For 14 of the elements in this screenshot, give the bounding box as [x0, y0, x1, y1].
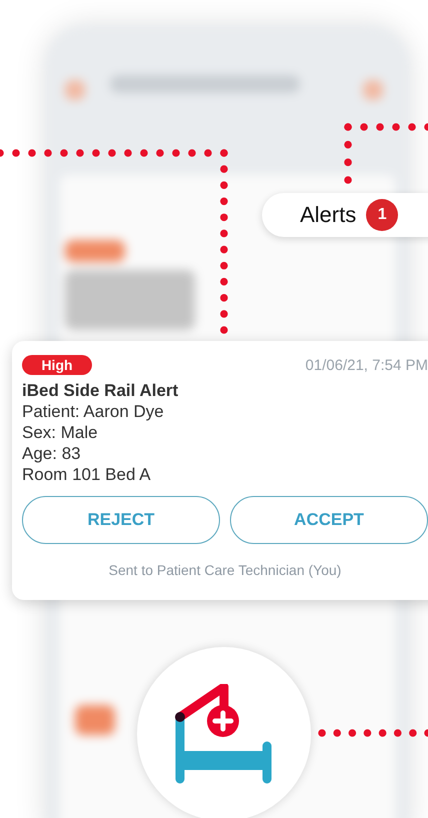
alert-count-badge: 1 — [366, 199, 398, 231]
alert-action-button[interactable]: ACCEPT — [230, 496, 428, 544]
priority-badge: High — [22, 355, 92, 375]
recipient-note: Sent to Patient Care Technician (You) — [108, 562, 342, 578]
hospital-bed-icon — [174, 684, 274, 784]
alert-detail: Sex: Male — [22, 422, 99, 443]
alerts-chip[interactable]: Alerts 1 — [262, 193, 428, 237]
alert-detail: Room 101 Bed A — [22, 464, 152, 485]
alerts-label: Alerts — [300, 202, 356, 228]
alert-detail: Age: 83 — [22, 443, 82, 464]
alert-detail: Patient: Aaron Dye — [22, 401, 165, 422]
alert-title: iBed Side Rail Alert — [22, 381, 180, 401]
alert-timestamp: 01/06/21, 7:54 PM — [305, 356, 428, 374]
alert-action-button[interactable]: REJECT — [22, 496, 220, 544]
